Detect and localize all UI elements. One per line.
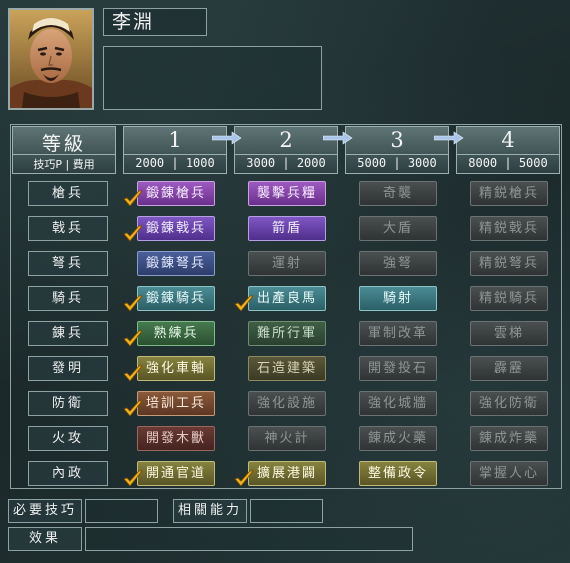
tech-button[interactable]: 鍛錬弩兵 <box>137 251 215 276</box>
tech-button[interactable]: 強化設施 <box>248 391 326 416</box>
tech-button[interactable]: 難所行軍 <box>248 321 326 346</box>
tech-button[interactable]: 軍制改革 <box>359 321 437 346</box>
level-number: 1 <box>168 128 182 152</box>
tech-button[interactable]: 騎射 <box>359 286 437 311</box>
tech-button[interactable]: 鍛錬槍兵 <box>137 181 215 206</box>
checkmark-icon <box>123 365 143 382</box>
level-number: 2 <box>279 128 293 152</box>
tech-button[interactable]: 熟練兵 <box>137 321 215 346</box>
row-label-cavalry: 騎兵 <box>28 286 108 311</box>
tech-button[interactable]: 開通官道 <box>137 461 215 486</box>
level-cost: 2000 | 1000 <box>135 156 215 170</box>
checkmark-icon <box>123 400 143 417</box>
required-skill-value <box>85 499 158 523</box>
gold-cost-label: 費用 <box>72 158 95 171</box>
level-cost: 3000 | 2000 <box>246 156 326 170</box>
header-divider <box>235 154 337 155</box>
tech-button[interactable]: 精鋭戟兵 <box>470 216 548 241</box>
checkmark-icon <box>123 330 143 347</box>
checkmark-icon <box>123 190 143 207</box>
tech-button[interactable]: 擴展港闢 <box>248 461 326 486</box>
header-divider <box>346 154 448 155</box>
tech-button[interactable]: 襲擊兵糧 <box>248 181 326 206</box>
tech-button[interactable]: 整備政令 <box>359 461 437 486</box>
tech-button[interactable]: 強化車軸 <box>137 356 215 381</box>
tech-button[interactable]: 開發木獸 <box>137 426 215 451</box>
arrow-right-icon <box>323 131 353 145</box>
row-label-halberd: 戟兵 <box>28 216 108 241</box>
tech-button[interactable]: 奇襲 <box>359 181 437 206</box>
tech-button[interactable]: 神火計 <box>248 426 326 451</box>
tech-button[interactable]: 大盾 <box>359 216 437 241</box>
level-4-header: 4 8000 | 5000 <box>456 126 560 174</box>
row-label-crossbow: 弩兵 <box>28 251 108 276</box>
arrow-right-icon <box>434 131 464 145</box>
tech-button[interactable]: 錬成火藥 <box>359 426 437 451</box>
character-portrait <box>8 8 94 110</box>
tech-button[interactable]: 培訓工兵 <box>137 391 215 416</box>
tech-button[interactable]: 石造建築 <box>248 356 326 381</box>
tech-button[interactable]: 霹靂 <box>470 356 548 381</box>
level-header: 等級 技巧P | 費用 <box>12 126 116 174</box>
tech-button[interactable]: 精鋭弩兵 <box>470 251 548 276</box>
arrow-right-icon <box>212 131 242 145</box>
tech-button[interactable]: 強化防衛 <box>470 391 548 416</box>
tech-button[interactable]: 開發投石 <box>359 356 437 381</box>
level-number: 4 <box>501 128 515 152</box>
related-ability-value <box>250 499 323 523</box>
character-name: 李淵 <box>103 8 207 36</box>
tech-button[interactable]: 運射 <box>248 251 326 276</box>
effect-value <box>85 527 413 551</box>
tech-button[interactable]: 鍛錬戟兵 <box>137 216 215 241</box>
tech-button[interactable]: 箭盾 <box>248 216 326 241</box>
tech-button[interactable]: 強化城牆 <box>359 391 437 416</box>
cost-subtitle: 技巧P | 費用 <box>33 158 95 171</box>
tech-research-screen: 李淵 等級 技巧P | 費用 1 2000 | 1000 2 3000 | 20… <box>0 0 570 563</box>
tech-button[interactable]: 鍛錬騎兵 <box>137 286 215 311</box>
level-title: 等級 <box>41 133 86 155</box>
checkmark-icon <box>123 225 143 242</box>
skill-points-label: 技巧P <box>33 158 62 171</box>
row-label-fire-attack: 火攻 <box>28 426 108 451</box>
header-divider <box>457 154 559 155</box>
checkmark-icon <box>234 295 254 312</box>
row-label-spear: 槍兵 <box>28 181 108 206</box>
effect-label: 效果 <box>8 527 82 551</box>
checkmark-icon <box>123 470 143 487</box>
row-label-invention: 發明 <box>28 356 108 381</box>
row-label-defense: 防衛 <box>28 391 108 416</box>
header-divider <box>124 154 226 155</box>
tech-button[interactable]: 精鋭槍兵 <box>470 181 548 206</box>
level-cost: 5000 | 3000 <box>357 156 437 170</box>
level-cost: 8000 | 5000 <box>468 156 548 170</box>
tech-button[interactable]: 精鋭騎兵 <box>470 286 548 311</box>
related-ability-label: 相關能力 <box>173 499 247 523</box>
level-number: 3 <box>390 128 404 152</box>
header-divider <box>13 154 115 155</box>
character-description-box <box>103 46 322 110</box>
checkmark-icon <box>123 295 143 312</box>
tech-button[interactable]: 雲梯 <box>470 321 548 346</box>
tech-button[interactable]: 錬成炸藥 <box>470 426 548 451</box>
checkmark-icon <box>234 470 254 487</box>
row-label-domestic: 內政 <box>28 461 108 486</box>
tech-button[interactable]: 出產良馬 <box>248 286 326 311</box>
row-label-training: 錬兵 <box>28 321 108 346</box>
tech-button[interactable]: 強弩 <box>359 251 437 276</box>
required-skill-label: 必要技巧 <box>8 499 82 523</box>
tech-button[interactable]: 掌握人心 <box>470 461 548 486</box>
